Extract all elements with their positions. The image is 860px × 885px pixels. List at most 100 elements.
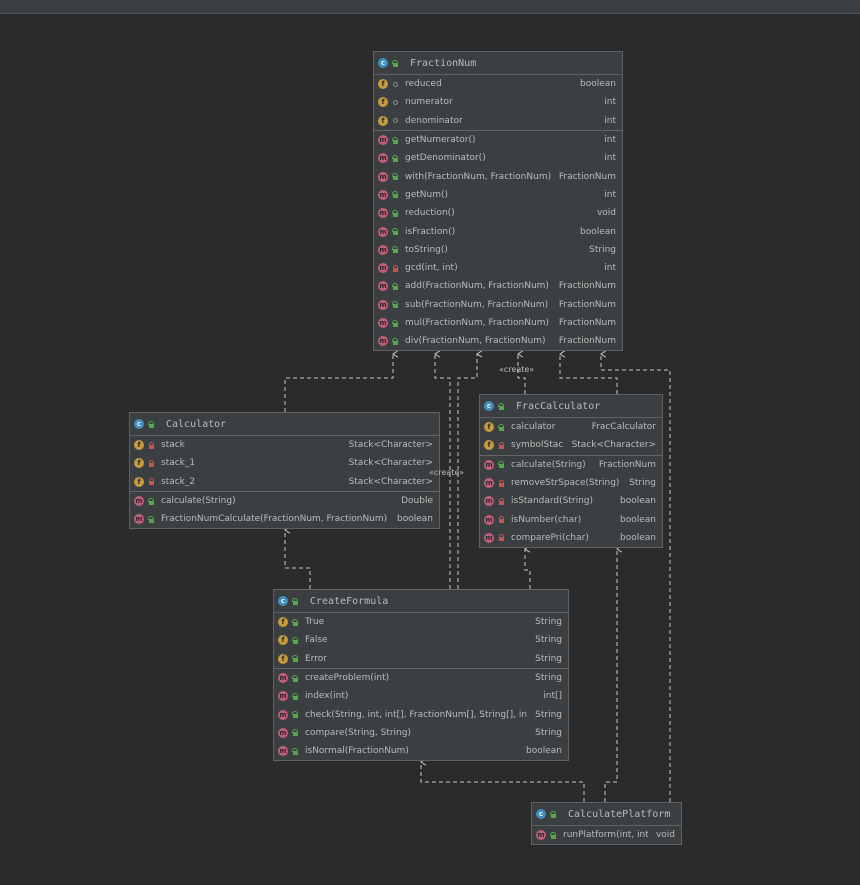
- method-row[interactable]: m getNum() int: [374, 186, 622, 204]
- field-name: calculator: [511, 422, 556, 433]
- method-name: toString(): [405, 244, 448, 255]
- method-row[interactable]: m gcd(int, int) int: [374, 259, 622, 277]
- method-row[interactable]: m isFraction() boolean: [374, 222, 622, 240]
- class-box-FractionNum[interactable]: c FractionNum f reduced boolean f numerator int…: [373, 51, 623, 352]
- method-return-type: String: [535, 727, 562, 738]
- public-lock-icon: [392, 337, 399, 345]
- method-icon: m: [378, 208, 388, 219]
- field-icon: f: [278, 653, 288, 664]
- method-row[interactable]: m createProblem(int) String: [274, 669, 568, 687]
- method-name: isNumber(char): [511, 514, 582, 525]
- method-row[interactable]: m isStandard(String) boolean: [480, 492, 662, 510]
- method-name: reduction(): [405, 208, 455, 219]
- public-lock-icon: [392, 246, 399, 254]
- method-row[interactable]: m index(int) int[]: [274, 687, 568, 705]
- field-type: FracCalculator: [591, 422, 656, 433]
- method-row[interactable]: m comparePri(char) boolean: [480, 529, 662, 547]
- method-row[interactable]: m check(String, int, int[], FractionNum[]…: [274, 705, 568, 723]
- class-name: CreateFormula: [310, 595, 389, 607]
- public-lock-icon: [392, 301, 399, 309]
- method-name: add(FractionNum, FractionNum): [405, 281, 549, 292]
- method-row[interactable]: m isNormal(FractionNum) boolean: [274, 742, 568, 760]
- method-name: FractionNumCalculate(FractionNum, Fracti…: [161, 514, 388, 525]
- field-icon: f: [134, 458, 144, 469]
- method-row[interactable]: m add(FractionNum, FractionNum) FractionNu…: [374, 277, 622, 295]
- class-box-CalculatePlatform[interactable]: c CalculatePlatform m runPlatform(int, int)…: [531, 802, 682, 846]
- method-row[interactable]: m div(FractionNum, FractionNum) FractionNu…: [374, 332, 622, 350]
- class-header[interactable]: c FractionNum: [374, 52, 622, 75]
- field-row[interactable]: f denominator int: [374, 112, 622, 130]
- method-icon: m: [278, 746, 288, 757]
- class-header[interactable]: c FracCalculator: [480, 395, 662, 418]
- field-row[interactable]: f symbolStack Stack<Character>: [480, 436, 662, 454]
- class-header[interactable]: c Calculator: [130, 413, 439, 436]
- class-box-FracCalculator[interactable]: c FracCalculator f calculator FracCalculator…: [479, 394, 663, 549]
- field-icon: f: [378, 79, 388, 90]
- class-name: FractionNum: [410, 57, 477, 69]
- method-icon: m: [378, 281, 388, 292]
- method-icon: m: [378, 299, 388, 310]
- method-row[interactable]: m reduction() void: [374, 204, 622, 222]
- method-icon: m: [484, 459, 494, 470]
- method-return-type: boolean: [580, 226, 616, 237]
- fields-section: f stack Stack<Character> f stack_1 Stack<Char…: [130, 436, 439, 492]
- method-return-type: boolean: [620, 496, 656, 507]
- method-return-type: boolean: [397, 514, 433, 525]
- field-row[interactable]: f calculator FracCalculator: [480, 418, 662, 436]
- method-icon: m: [378, 226, 388, 237]
- method-return-type: void: [596, 208, 616, 219]
- field-row[interactable]: f stack_2 Stack<Character>: [130, 473, 439, 491]
- public-lock-icon: [498, 402, 505, 410]
- field-name: denominator: [405, 115, 463, 126]
- method-return-type: FractionNum: [558, 299, 616, 310]
- method-name: calculate(String): [511, 459, 586, 470]
- method-row[interactable]: m calculate(String) Double: [130, 492, 439, 510]
- field-name: Error: [305, 653, 327, 664]
- method-icon: m: [378, 244, 388, 255]
- class-header[interactable]: c CreateFormula: [274, 590, 568, 613]
- method-row[interactable]: m isNumber(char) boolean: [480, 510, 662, 528]
- field-name: reduced: [405, 79, 442, 90]
- method-row[interactable]: m compare(String, String) String: [274, 724, 568, 742]
- public-lock-icon: [498, 423, 505, 431]
- fields-section: f True String f False String f Error String: [274, 613, 568, 669]
- method-row[interactable]: m sub(FractionNum, FractionNum) FractionNu…: [374, 296, 622, 314]
- field-type: String: [535, 635, 562, 646]
- private-lock-icon: [498, 479, 505, 487]
- edge-calculator-to-fractionnum: [284, 354, 393, 412]
- public-lock-icon: [550, 831, 557, 839]
- method-icon: m: [278, 709, 288, 720]
- method-row[interactable]: m calculate(String) FractionNum: [480, 456, 662, 474]
- public-lock-icon: [392, 282, 399, 290]
- method-icon: m: [278, 727, 288, 738]
- class-icon: c: [134, 419, 144, 429]
- field-type: String: [535, 653, 562, 664]
- method-return-type: String: [629, 478, 656, 489]
- class-box-Calculator[interactable]: c Calculator f stack Stack<Character> f stack_…: [129, 412, 440, 530]
- method-name: sub(FractionNum, FractionNum): [405, 299, 549, 310]
- class-box-CreateFormula[interactable]: c CreateFormula f True String f False String f Er…: [273, 589, 569, 762]
- field-row[interactable]: f numerator int: [374, 93, 622, 111]
- method-row[interactable]: m runPlatform(int, int) void: [532, 826, 681, 844]
- field-row[interactable]: f stack_1 Stack<Character>: [130, 454, 439, 472]
- method-name: mul(FractionNum, FractionNum): [405, 318, 549, 328]
- method-row[interactable]: m getDenominator() int: [374, 149, 622, 167]
- class-header[interactable]: c CalculatePlatform: [532, 803, 681, 826]
- field-name: True: [305, 617, 325, 628]
- method-return-type: int: [604, 263, 616, 274]
- method-row[interactable]: m toString() String: [374, 241, 622, 259]
- field-row[interactable]: f reduced boolean: [374, 75, 622, 93]
- field-row[interactable]: f True String: [274, 613, 568, 631]
- field-name: stack_1: [161, 458, 196, 469]
- method-row[interactable]: m with(FractionNum, FractionNum) FractionN…: [374, 167, 622, 185]
- method-row[interactable]: m getNumerator() int: [374, 131, 622, 149]
- method-return-type: FractionNum: [558, 318, 616, 328]
- field-row[interactable]: f stack Stack<Character>: [130, 436, 439, 454]
- method-name: getNum(): [405, 189, 449, 200]
- method-row[interactable]: m FractionNumCalculate(FractionNum, Fract…: [130, 510, 439, 528]
- method-row[interactable]: m removeStrSpace(String) String: [480, 474, 662, 492]
- methods-section: m getNumerator() int m getDenominator() int m w…: [374, 131, 622, 351]
- field-row[interactable]: f False String: [274, 631, 568, 649]
- method-row[interactable]: m mul(FractionNum, FractionNum) FractionNu…: [374, 314, 622, 332]
- field-row[interactable]: f Error String: [274, 650, 568, 668]
